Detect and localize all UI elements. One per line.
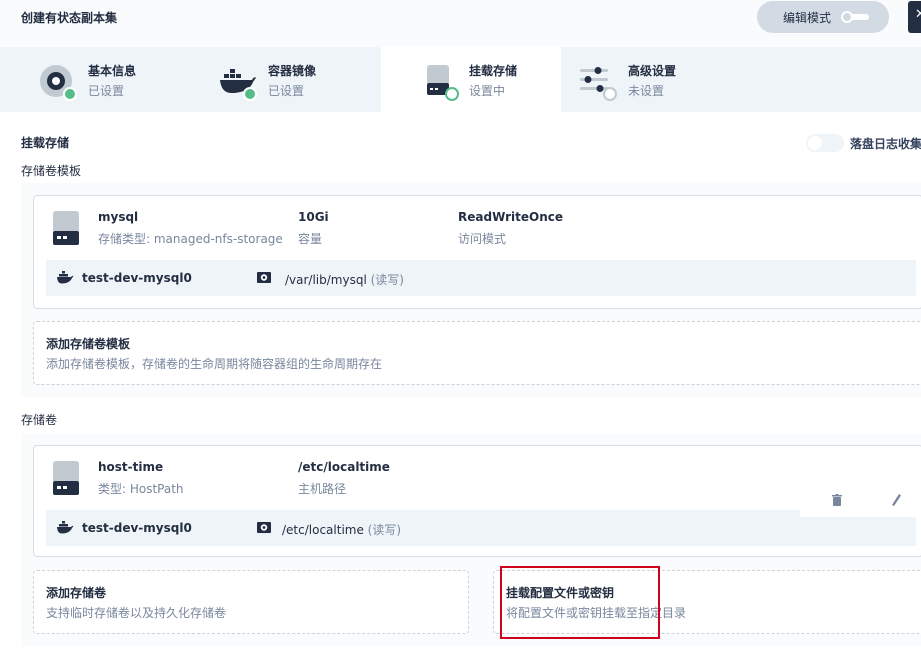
volume-card[interactable]: host-time 类型: HostPath /etc/localtime 主机… bbox=[33, 445, 921, 557]
mount-path: /var/lib/mysql (读写) bbox=[285, 273, 404, 287]
container-name: test-dev-mysql0 bbox=[82, 271, 192, 285]
template-name: mysql bbox=[98, 210, 139, 224]
tab-status: 未设置 bbox=[628, 84, 665, 98]
docker-icon bbox=[220, 69, 257, 101]
docker-icon bbox=[57, 271, 74, 284]
tab-status: 已设置 bbox=[268, 84, 305, 98]
close-icon: ✕ bbox=[915, 7, 921, 22]
template-access-mode-label: 访问模式 bbox=[458, 232, 507, 246]
edit-mode-button[interactable]: 编辑模式 bbox=[757, 1, 889, 33]
template-mount-row: test-dev-mysql0 /var/lib/mysql (读写) bbox=[46, 260, 916, 296]
tab-status: 设置中 bbox=[469, 84, 506, 98]
edit-pencil-icon[interactable] bbox=[890, 493, 902, 507]
trash-icon[interactable] bbox=[832, 494, 842, 506]
tab-mount-storage[interactable]: 挂载存储 设置中 bbox=[381, 47, 561, 112]
mount-point-icon bbox=[257, 272, 271, 283]
template-capacity: 10Gi bbox=[298, 210, 329, 224]
page-title: 创建有状态副本集 bbox=[21, 11, 118, 25]
container-name: test-dev-mysql0 bbox=[82, 521, 192, 535]
template-storage-class: 存储类型: managed-nfs-storage bbox=[98, 232, 283, 246]
tab-title: 基本信息 bbox=[88, 64, 137, 78]
mount-point-icon bbox=[257, 522, 271, 533]
tab-title: 挂载存储 bbox=[469, 64, 518, 78]
mount-path: /etc/localtime (读写) bbox=[282, 523, 402, 537]
settings-disc-icon bbox=[40, 65, 77, 101]
volume-host-path-label: 主机路径 bbox=[298, 482, 347, 496]
volume-type: 类型: HostPath bbox=[98, 482, 184, 496]
template-access-mode: ReadWriteOnce bbox=[458, 210, 563, 224]
volume-templates-panel: mysql 存储类型: managed-nfs-storage 10Gi 容量 … bbox=[21, 183, 921, 397]
tab-title: 容器镜像 bbox=[268, 64, 317, 78]
volume-actions bbox=[800, 485, 921, 517]
tab-basic-info[interactable]: 基本信息 已设置 bbox=[0, 47, 180, 112]
section-title-volumes: 存储卷 bbox=[21, 413, 58, 427]
add-volume-template-button[interactable]: 添加存储卷模板 添加存储卷模板，存储卷的生命周期将随容器组的生命周期存在 bbox=[33, 321, 921, 385]
add-template-title: 添加存储卷模板 bbox=[46, 337, 131, 351]
add-volume-desc: 支持临时存储卷以及持久化存储卷 bbox=[46, 606, 227, 620]
tab-title: 高级设置 bbox=[628, 64, 677, 78]
edit-mode-label: 编辑模式 bbox=[783, 11, 832, 25]
add-volume-title: 添加存储卷 bbox=[46, 586, 107, 600]
disk-icon bbox=[53, 461, 79, 495]
section-title-volume-templates: 存储卷模板 bbox=[21, 164, 82, 178]
volume-name: host-time bbox=[98, 460, 164, 474]
tab-status: 已设置 bbox=[88, 84, 125, 98]
volume-host-path: /etc/localtime bbox=[298, 460, 390, 474]
add-template-desc: 添加存储卷模板，存储卷的生命周期将随容器组的生命周期存在 bbox=[46, 357, 383, 371]
storage-disk-icon bbox=[427, 65, 459, 101]
sliders-icon bbox=[580, 67, 617, 101]
modal-header: 创建有状态副本集 编辑模式 ✕ bbox=[0, 0, 921, 47]
edit-mode-toggle-icon bbox=[841, 11, 869, 23]
section-title-mount-storage: 挂载存储 bbox=[21, 136, 70, 150]
template-capacity-label: 容量 bbox=[298, 232, 323, 246]
close-button[interactable]: ✕ bbox=[908, 1, 921, 33]
disk-icon bbox=[53, 211, 79, 245]
highlight-box bbox=[500, 566, 660, 639]
volume-template-card[interactable]: mysql 存储类型: managed-nfs-storage 10Gi 容量 … bbox=[33, 195, 921, 309]
volumes-panel: host-time 类型: HostPath /etc/localtime 主机… bbox=[21, 433, 921, 647]
tab-advanced-settings[interactable]: 高级设置 未设置 bbox=[540, 47, 720, 112]
disk-log-label: 落盘日志收集 bbox=[850, 137, 921, 151]
docker-icon bbox=[57, 521, 74, 534]
tab-container-image[interactable]: 容器镜像 已设置 bbox=[180, 47, 360, 112]
step-tabs: 基本信息 已设置 容器镜像 已设置 挂载存储 设置中 高级设置 未设置 bbox=[0, 47, 921, 112]
volume-mount-row: test-dev-mysql0 /etc/localtime (读写) bbox=[46, 510, 916, 546]
add-volume-button[interactable]: 添加存储卷 支持临时存储卷以及持久化存储卷 bbox=[33, 570, 469, 634]
toggle-switch[interactable] bbox=[806, 134, 844, 152]
